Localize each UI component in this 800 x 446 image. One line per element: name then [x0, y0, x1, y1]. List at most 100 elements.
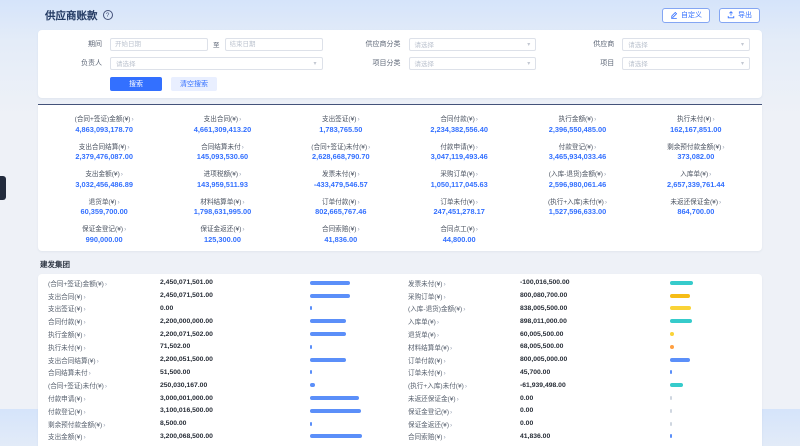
chevron-right-icon: › — [83, 332, 85, 339]
metric-card[interactable]: 合同付款(¥)›2,234,382,556.40 — [401, 113, 517, 134]
account-label[interactable]: 付款登记(¥)› — [48, 406, 160, 416]
search-button[interactable]: 搜索 — [110, 77, 162, 91]
metric-value: 41,836.00 — [283, 235, 399, 244]
metric-card[interactable]: (合同+签证)未付(¥)›2,628,668,790.70 — [283, 141, 399, 162]
help-icon[interactable]: ? — [103, 10, 113, 20]
metric-card[interactable]: 执行金额(¥)›2,396,550,485.00 — [519, 113, 635, 134]
account-value: 41,836.00 — [520, 433, 670, 440]
group-right-column: 发票未付(¥)›-100,016,500.00采购订单(¥)›800,080,7… — [408, 277, 752, 443]
metric-value: 125,300.00 — [164, 235, 280, 244]
metric-value: 1,798,631,995.00 — [164, 207, 280, 216]
metric-card[interactable]: 合同结算未付›145,093,530.60 — [164, 141, 280, 162]
metric-card[interactable]: 支出合同(¥)›4,661,309,413.20 — [164, 113, 280, 134]
metric-card[interactable]: (合同+签证)金额(¥)›4,863,093,178.70 — [46, 113, 162, 134]
account-label[interactable]: 未返还保证金(¥)› — [408, 393, 520, 403]
project-category-select[interactable]: 请选择 ▾ — [409, 57, 537, 70]
metric-label: 支出合同(¥)› — [164, 113, 280, 123]
metric-card[interactable]: 支出合同结算(¥)›2,379,476,087.00 — [46, 141, 162, 162]
account-label[interactable]: 采购订单(¥)› — [408, 291, 520, 301]
supplier-category-select[interactable]: 请选择 ▾ — [409, 38, 537, 51]
chevron-right-icon: › — [83, 345, 85, 352]
metric-card[interactable]: 未返还保证金(¥)›864,700.00 — [638, 196, 754, 217]
customize-button[interactable]: 自定义 — [662, 8, 710, 23]
metric-card[interactable]: 支出金额(¥)›3,032,456,486.89 — [46, 168, 162, 189]
chevron-right-icon: › — [357, 171, 359, 178]
metric-label: 合同结算未付› — [164, 141, 280, 151]
account-label[interactable]: 执行金额(¥)› — [48, 329, 160, 339]
account-row: 支出签证(¥)›0.00 — [48, 302, 392, 315]
chevron-right-icon: › — [357, 116, 359, 123]
account-label[interactable]: 合同索赔(¥)› — [408, 431, 520, 441]
account-label[interactable]: 支出合同(¥)› — [48, 291, 160, 301]
start-date-input[interactable] — [110, 38, 208, 51]
metric-card[interactable]: 付款登记(¥)›3,465,934,033.46 — [519, 141, 635, 162]
amount-bar — [310, 281, 392, 285]
account-label[interactable]: 保证金返还(¥)› — [408, 419, 520, 429]
metric-card[interactable]: 采购订单(¥)›1,050,117,045.63 — [401, 168, 517, 189]
metric-card[interactable]: (入库-退货)金额(¥)›2,596,980,061.46 — [519, 168, 635, 189]
metric-card[interactable]: 订单未付(¥)›247,451,278.17 — [401, 196, 517, 217]
metric-card[interactable]: 合同点工(¥)›44,800.00 — [401, 223, 517, 244]
supplier-select[interactable]: 请选择 ▾ — [622, 38, 750, 51]
account-row: 入库单(¥)›898,011,000.00 — [408, 315, 752, 328]
metric-label: 支出金额(¥)› — [46, 168, 162, 178]
metric-card[interactable]: 剩余预付款金额(¥)›373,082.00 — [638, 141, 754, 162]
metric-card[interactable]: 订单付款(¥)›802,665,767.46 — [283, 196, 399, 217]
amount-bar — [670, 332, 752, 336]
metric-card[interactable]: 保证金登记(¥)›990,000.00 — [46, 223, 162, 244]
account-label[interactable]: 保证金登记(¥)› — [408, 406, 520, 416]
account-label[interactable]: 订单未付(¥)› — [408, 367, 520, 377]
chevron-down-icon: ▾ — [527, 41, 530, 48]
amount-bar — [310, 409, 392, 413]
account-label[interactable]: 入库单(¥)› — [408, 316, 520, 326]
account-label[interactable]: 合同付款(¥)› — [48, 316, 160, 326]
account-label[interactable]: 付款申请(¥)› — [48, 393, 160, 403]
metric-card[interactable]: 入库单(¥)›2,657,339,761.44 — [638, 168, 754, 189]
metric-card[interactable]: 合同索赔(¥)›41,836.00 — [283, 223, 399, 244]
account-label[interactable]: 退货单(¥)› — [408, 329, 520, 339]
metric-card[interactable]: 退货单(¥)›60,359,700.00 — [46, 196, 162, 217]
metric-card[interactable]: 付款申请(¥)›3,047,119,493.46 — [401, 141, 517, 162]
account-label[interactable]: (合同+签证)金额(¥)› — [48, 278, 160, 288]
top-bar: 供应商账款 ? 自定义 导出 — [0, 0, 800, 30]
metric-label: 合同付款(¥)› — [401, 113, 517, 123]
account-row: (合同+签证)未付(¥)›250,030,167.00 — [48, 379, 392, 392]
metric-card[interactable]: 保证金返还(¥)›125,300.00 — [164, 223, 280, 244]
chevron-right-icon: › — [357, 199, 359, 206]
clear-search-button[interactable]: 清空搜索 — [171, 77, 217, 91]
metric-card[interactable]: (执行+入库)未付(¥)›1,527,596,633.00 — [519, 196, 635, 217]
metric-card[interactable]: 执行未付(¥)›162,167,851.00 — [638, 113, 754, 134]
metric-card[interactable]: 进项税额(¥)›143,959,511.93 — [164, 168, 280, 189]
chevron-down-icon: ▾ — [741, 60, 744, 67]
manager-select[interactable]: 请选择 ▾ — [110, 57, 323, 70]
metric-value: 2,396,550,485.00 — [519, 125, 635, 134]
export-icon — [727, 11, 735, 19]
account-value: 8,500.00 — [160, 420, 310, 427]
account-label[interactable]: 支出金额(¥)› — [48, 431, 160, 441]
account-label[interactable]: 订单付款(¥)› — [408, 355, 520, 365]
export-button[interactable]: 导出 — [719, 8, 760, 23]
account-label[interactable]: 剩余预付款金额(¥)› — [48, 419, 160, 429]
account-label[interactable]: 执行未付(¥)› — [48, 342, 160, 352]
amount-bar — [310, 396, 392, 400]
metric-value: 2,657,339,761.44 — [638, 180, 754, 189]
filter-supplier-category: 供应商分类 请选择 ▾ — [349, 37, 537, 51]
account-label[interactable]: 材料结算单(¥)› — [408, 342, 520, 352]
account-label[interactable]: 支出签证(¥)› — [48, 303, 160, 313]
account-label[interactable]: 支出合同结算(¥)› — [48, 355, 160, 365]
project-select[interactable]: 请选择 ▾ — [622, 57, 750, 70]
metric-card[interactable]: 材料结算单(¥)›1,798,631,995.00 — [164, 196, 280, 217]
metric-card[interactable]: 支出签证(¥)›1,783,765.50 — [283, 113, 399, 134]
account-label[interactable]: (执行+入库)未付(¥)› — [408, 380, 520, 390]
account-label[interactable]: (合同+签证)未付(¥)› — [48, 380, 160, 390]
chevron-right-icon: › — [476, 144, 478, 151]
end-date-input[interactable] — [225, 38, 323, 51]
account-label[interactable]: 发票未付(¥)› — [408, 278, 520, 288]
select-placeholder: 请选择 — [628, 58, 648, 68]
account-label[interactable]: 合同结算未付› — [48, 367, 160, 377]
account-row: 剩余预付款金额(¥)›8,500.00 — [48, 417, 392, 430]
account-label[interactable]: (入库-退货)金额(¥)› — [408, 303, 520, 313]
group-name[interactable]: 建发集团 — [38, 254, 762, 274]
drawer-handle[interactable] — [0, 176, 6, 200]
metric-card[interactable]: 发票未付(¥)›-433,479,546.57 — [283, 168, 399, 189]
